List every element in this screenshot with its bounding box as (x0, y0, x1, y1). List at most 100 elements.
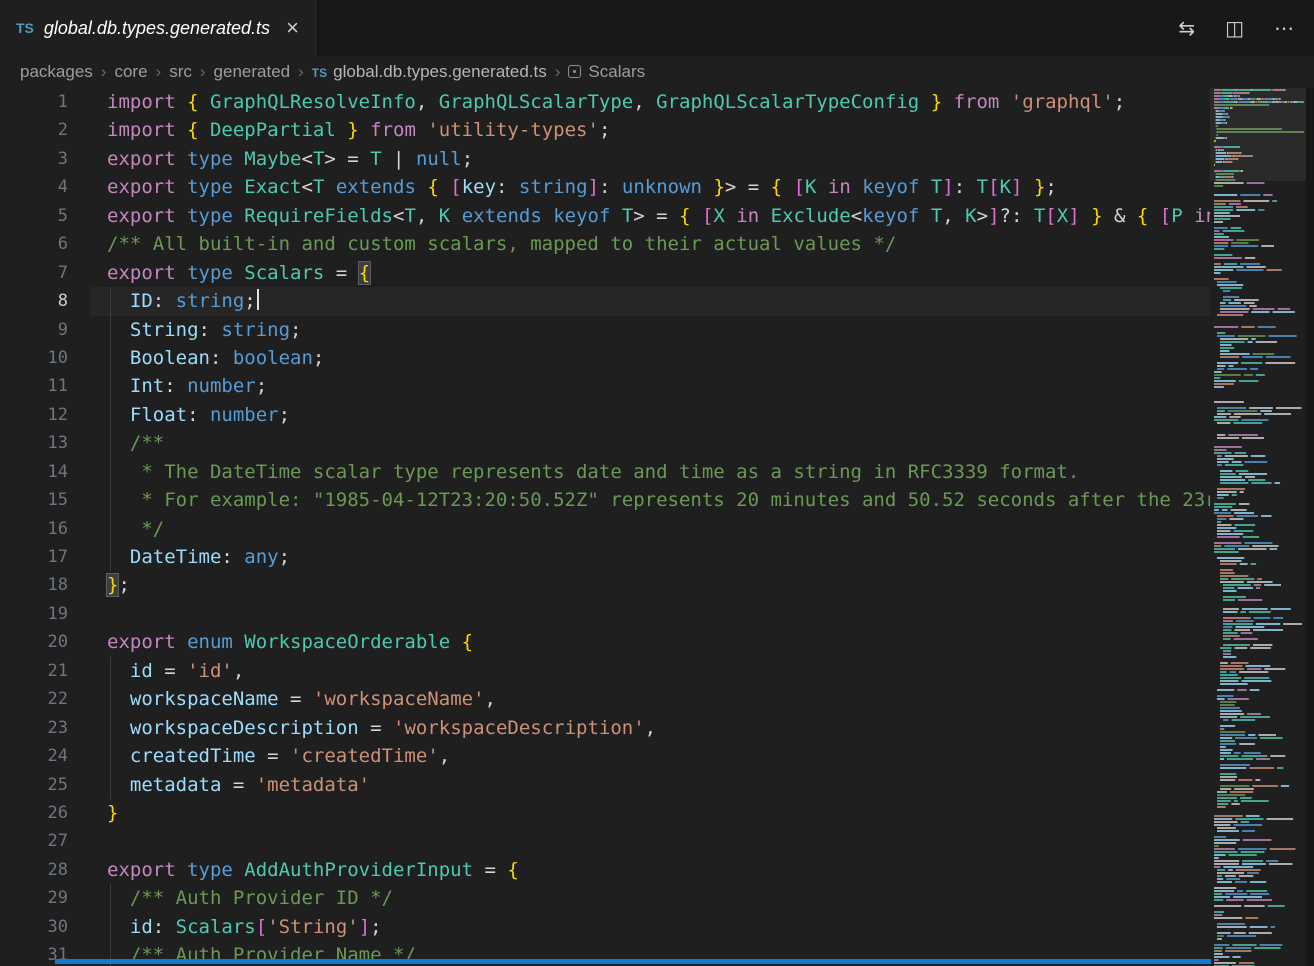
line-number: 10 (0, 344, 68, 372)
tab-bar: TS global.db.types.generated.ts × ⇆ ◫ ⋯ (0, 0, 1314, 56)
breadcrumb-item-src[interactable]: src (169, 62, 192, 82)
code-line[interactable]: export enum WorkspaceOrderable { (90, 628, 1210, 656)
more-actions-icon[interactable]: ⋯ (1274, 16, 1294, 40)
code-line[interactable]: /** (90, 429, 1210, 457)
code-line[interactable]: String: string; (90, 316, 1210, 344)
indent-guide (110, 657, 111, 685)
editor-tab[interactable]: TS global.db.types.generated.ts × (0, 0, 316, 56)
line-number: 30 (0, 913, 68, 941)
indent-guide (110, 429, 111, 457)
open-changes-icon[interactable]: ⇆ (1178, 16, 1195, 40)
line-number: 7 (0, 259, 68, 287)
code-line[interactable]: DateTime: any; (90, 543, 1210, 571)
indent-guide (110, 714, 111, 742)
minimap[interactable] (1210, 88, 1306, 966)
code-line[interactable]: /** All built-in and custom scalars, map… (90, 230, 1210, 258)
code-line[interactable]: workspaceName = 'workspaceName', (90, 685, 1210, 713)
indent-guide (110, 372, 111, 400)
code-line[interactable]: * The DateTime scalar type represents da… (90, 458, 1210, 486)
line-number: 20 (0, 628, 68, 656)
code-line[interactable]: }; (90, 571, 1210, 599)
chevron-separator-icon: › (200, 62, 206, 82)
code-line[interactable]: id = 'id', (90, 657, 1210, 685)
breadcrumb-item-symbol[interactable]: Scalars (568, 62, 645, 82)
minimap-slider[interactable] (1210, 88, 1306, 181)
code-line[interactable]: workspaceDescription = 'workspaceDescrip… (90, 714, 1210, 742)
line-number: 16 (0, 515, 68, 543)
code-line[interactable]: import { DeepPartial } from 'utility-typ… (90, 116, 1210, 144)
line-number: 19 (0, 600, 68, 628)
line-number: 4 (0, 173, 68, 201)
indent-guide (110, 344, 111, 372)
code-line[interactable]: Boolean: boolean; (90, 344, 1210, 372)
chevron-separator-icon: › (101, 62, 107, 82)
code-line[interactable]: metadata = 'metadata' (90, 771, 1210, 799)
line-number: 3 (0, 145, 68, 173)
code-line[interactable]: } (90, 799, 1210, 827)
indent-guide (110, 401, 111, 429)
line-number: 25 (0, 771, 68, 799)
typescript-file-icon: TS (16, 20, 34, 36)
code-line[interactable] (90, 600, 1210, 628)
indent-guide (110, 543, 111, 571)
line-number: 13 (0, 429, 68, 457)
line-number: 26 (0, 799, 68, 827)
code-line[interactable]: */ (90, 515, 1210, 543)
code-line[interactable]: export type AddAuthProviderInput = { (90, 856, 1210, 884)
line-number: 9 (0, 316, 68, 344)
editor[interactable]: import { GraphQLResolveInfo, GraphQLScal… (0, 88, 1210, 966)
indent-guide (110, 458, 111, 486)
line-number: 24 (0, 742, 68, 770)
code-line[interactable]: id: Scalars['String']; (90, 913, 1210, 941)
line-number: 28 (0, 856, 68, 884)
code-line[interactable]: * For example: "1985-04-12T23:20:50.52Z"… (90, 486, 1210, 514)
line-number: 22 (0, 685, 68, 713)
chevron-separator-icon: › (555, 62, 561, 82)
overview-ruler[interactable] (1306, 88, 1314, 966)
breadcrumb-symbol-label: Scalars (588, 62, 645, 81)
line-number: 6 (0, 230, 68, 258)
line-number: 17 (0, 543, 68, 571)
text-cursor (257, 289, 259, 310)
line-number: 12 (0, 401, 68, 429)
code-line[interactable]: export type RequireFields<T, K extends k… (90, 202, 1210, 230)
close-tab-icon[interactable]: × (286, 17, 299, 39)
line-number: 27 (0, 827, 68, 855)
code-lines: import { GraphQLResolveInfo, GraphQLScal… (90, 88, 1210, 966)
breadcrumb-item-core[interactable]: core (114, 62, 147, 82)
line-number: 2 (0, 116, 68, 144)
code-line[interactable]: createdTime = 'createdTime', (90, 742, 1210, 770)
line-number: 5 (0, 202, 68, 230)
code-line[interactable]: export type Scalars = { (90, 259, 1210, 287)
indent-guide (110, 287, 111, 315)
breadcrumb-item-file[interactable]: TS global.db.types.generated.ts (312, 62, 547, 82)
breadcrumb-item-packages[interactable]: packages (20, 62, 93, 82)
indent-guide (110, 884, 111, 912)
code-line[interactable]: /** Auth Provider ID */ (90, 884, 1210, 912)
code-line[interactable]: export type Exact<T extends { [key: stri… (90, 173, 1210, 201)
indent-guide (110, 515, 111, 543)
line-number: 15 (0, 486, 68, 514)
split-editor-icon[interactable]: ◫ (1225, 16, 1244, 40)
minimap-canvas (1210, 88, 1306, 966)
code-line[interactable] (90, 827, 1210, 855)
code-line[interactable]: Int: number; (90, 372, 1210, 400)
breadcrumb-file-label: global.db.types.generated.ts (333, 62, 547, 81)
line-number: 18 (0, 571, 68, 599)
line-number: 23 (0, 714, 68, 742)
line-number: 29 (0, 884, 68, 912)
typescript-file-icon: TS (312, 66, 327, 80)
code-line[interactable]: ID: string; (90, 287, 1210, 315)
chevron-separator-icon: › (298, 62, 304, 82)
code-line[interactable]: import { GraphQLResolveInfo, GraphQLScal… (90, 88, 1210, 116)
code-line[interactable]: export type Maybe<T> = T | null; (90, 145, 1210, 173)
line-number: 1 (0, 88, 68, 116)
indent-guide (110, 486, 111, 514)
indent-guide (110, 771, 111, 799)
breadcrumb-item-generated[interactable]: generated (214, 62, 291, 82)
gutter: 1234567891011121314151617181920212223242… (0, 88, 68, 966)
line-number: 8 (0, 287, 68, 315)
editor-actions: ⇆ ◫ ⋯ (1178, 0, 1314, 56)
symbol-type-icon (568, 65, 581, 78)
code-line[interactable]: Float: number; (90, 401, 1210, 429)
